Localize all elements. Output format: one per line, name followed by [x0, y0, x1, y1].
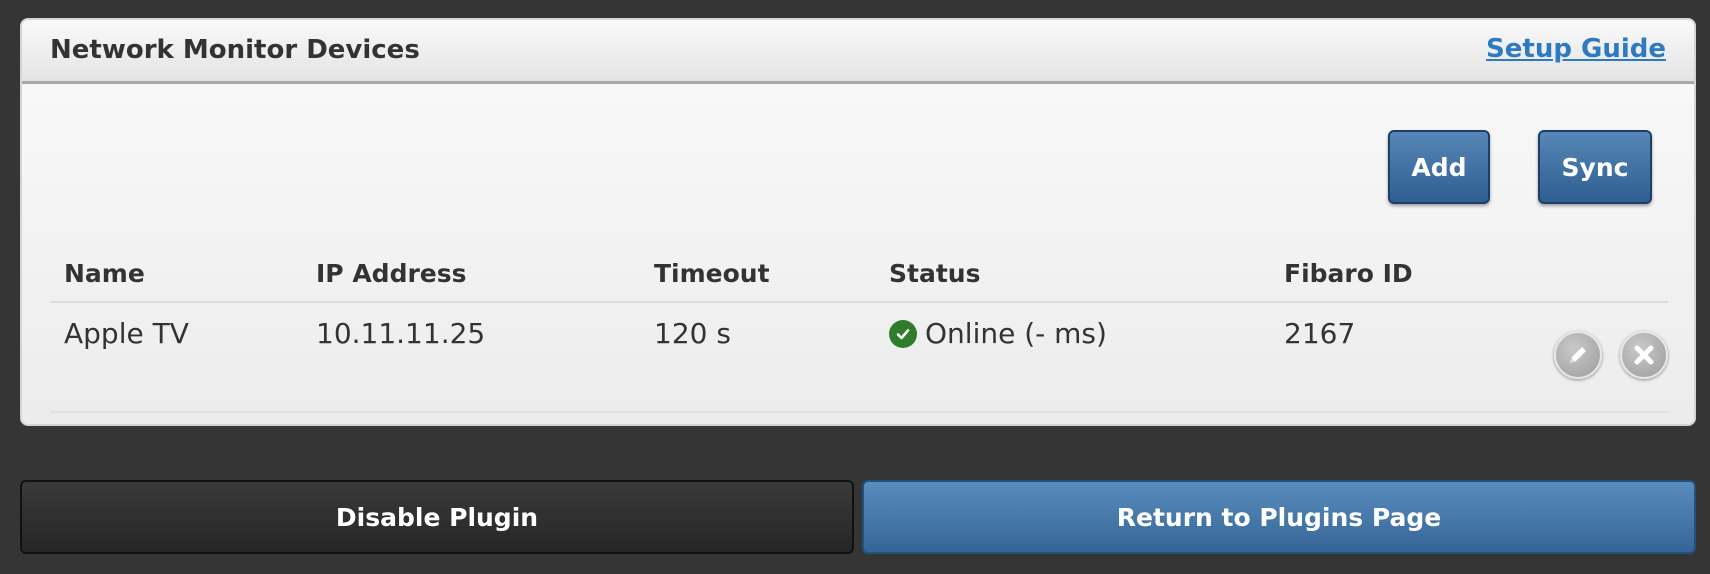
- column-header-timeout: Timeout: [654, 259, 770, 288]
- column-header-ip-address: IP Address: [316, 259, 467, 288]
- cell-name: Apple TV: [64, 317, 189, 350]
- devices-panel: Network Monitor Devices Setup Guide Add …: [20, 18, 1696, 426]
- column-header-status: Status: [889, 259, 981, 288]
- close-icon: [1634, 345, 1654, 365]
- table-row: Apple TV 10.11.11.25 120 s Online (- ms)…: [50, 303, 1668, 413]
- status-text: Online (- ms): [925, 317, 1107, 350]
- sync-button[interactable]: Sync: [1538, 130, 1652, 204]
- check-circle-icon: [889, 319, 917, 348]
- disable-plugin-button[interactable]: Disable Plugin: [20, 480, 854, 554]
- devices-table: Name IP Address Timeout Status Fibaro ID…: [50, 245, 1668, 413]
- edit-button[interactable]: [1554, 331, 1602, 379]
- setup-guide-link[interactable]: Setup Guide: [1486, 34, 1666, 64]
- delete-button[interactable]: [1620, 331, 1668, 379]
- cell-timeout: 120 s: [654, 317, 731, 350]
- panel-title: Network Monitor Devices: [50, 35, 420, 65]
- add-button[interactable]: Add: [1388, 130, 1490, 204]
- cell-fibaro-id: 2167: [1284, 317, 1356, 350]
- column-header-fibaro-id: Fibaro ID: [1284, 259, 1413, 288]
- table-header: Name IP Address Timeout Status Fibaro ID: [50, 245, 1668, 303]
- panel-header: Network Monitor Devices Setup Guide: [22, 20, 1694, 84]
- return-to-plugins-button[interactable]: Return to Plugins Page: [862, 480, 1696, 554]
- panel-body: Add Sync Name IP Address Timeout Status …: [22, 85, 1694, 424]
- column-header-name: Name: [64, 259, 145, 288]
- cell-status: Online (- ms): [889, 317, 1107, 350]
- cell-ip-address: 10.11.11.25: [316, 317, 486, 350]
- edit-icon: [1570, 347, 1586, 363]
